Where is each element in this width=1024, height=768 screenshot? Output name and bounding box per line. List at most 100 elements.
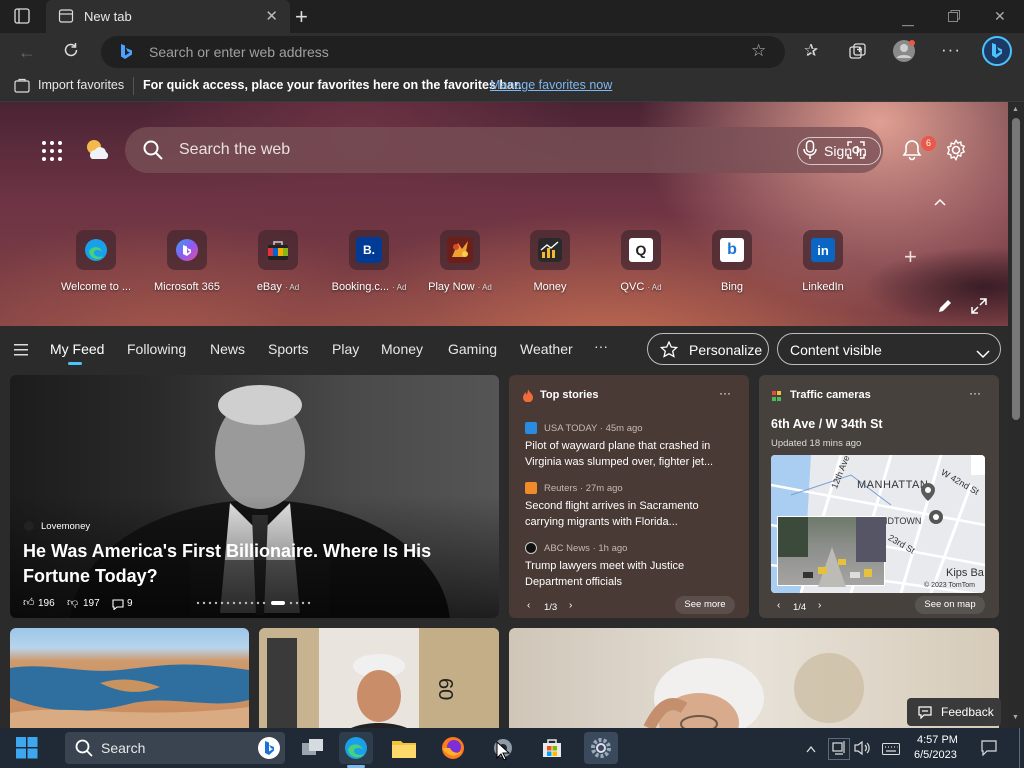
quick-link[interactable]: Q QVC · Ad: [596, 230, 686, 293]
see-more-button[interactable]: See more: [675, 596, 735, 614]
story-headline[interactable]: Trump lawyers meet with Justice Departme…: [525, 558, 735, 590]
tab-news[interactable]: News: [210, 341, 245, 357]
clock-date[interactable]: 6/5/2023: [914, 749, 957, 761]
top-stories-title: Top stories: [540, 389, 599, 401]
quick-link[interactable]: B. Booking.c... · Ad: [324, 230, 414, 293]
menu-icon[interactable]: [14, 343, 28, 361]
edge-taskbar-icon[interactable]: [339, 732, 373, 764]
collapse-chevron-up-icon[interactable]: [933, 194, 947, 212]
new-tab-plus-icon[interactable]: +: [295, 4, 308, 30]
more-tabs-icon[interactable]: ···: [594, 338, 608, 354]
collections-icon[interactable]: [849, 43, 867, 66]
scroll-down-icon[interactable]: ▼: [1012, 714, 1019, 721]
volume-icon[interactable]: [854, 740, 870, 761]
quick-link[interactable]: b Bing: [687, 230, 777, 293]
app-launcher-icon[interactable]: [41, 140, 63, 167]
tab-sports[interactable]: Sports: [268, 341, 308, 357]
taskbar-search-box[interactable]: Search: [65, 732, 285, 764]
quick-link[interactable]: Microsoft 365: [142, 230, 232, 293]
keyboard-icon[interactable]: [882, 742, 900, 760]
show-hidden-icons-icon[interactable]: [806, 740, 816, 758]
manage-favorites-link[interactable]: Manage favorites now: [490, 78, 612, 92]
close-tab-icon[interactable]: ✕: [265, 7, 278, 25]
story-source: USA TODAY · 45m ago: [544, 423, 643, 434]
import-favorites-icon[interactable]: [14, 78, 30, 97]
tab-actions-icon[interactable]: [14, 8, 30, 29]
microsoft-store-icon[interactable]: [535, 732, 569, 764]
traffic-light-icon: [772, 390, 782, 408]
feedback-button[interactable]: Feedback: [907, 698, 1001, 726]
quick-link[interactable]: in LinkedIn: [778, 230, 868, 293]
next-page-icon[interactable]: ›: [569, 600, 572, 611]
file-explorer-icon[interactable]: [387, 732, 421, 764]
bing-letter: b: [720, 238, 744, 262]
personalize-button[interactable]: Personalize: [647, 333, 769, 365]
story-card-lake[interactable]: [10, 628, 249, 738]
thumbs-down-icon[interactable]: 👎︎: [67, 596, 78, 609]
tab-new-tab[interactable]: New tab ✕: [46, 0, 290, 33]
tab-my-feed[interactable]: My Feed: [50, 341, 104, 357]
story-card-product[interactable]: 60: [259, 628, 499, 738]
microphone-icon[interactable]: [803, 140, 817, 165]
page-settings-icon[interactable]: [945, 139, 967, 166]
task-view-icon[interactable]: [296, 732, 330, 764]
favorites-divider: [133, 77, 134, 95]
restore-icon[interactable]: [948, 9, 960, 27]
quick-link[interactable]: Money: [505, 230, 595, 293]
see-on-map-button[interactable]: See on map: [915, 596, 985, 614]
settings-taskbar-icon[interactable]: [584, 732, 618, 764]
ad-label: · Ad: [477, 283, 492, 292]
quick-link[interactable]: eBay · Ad: [233, 230, 323, 293]
settings-more-icon[interactable]: ···: [941, 40, 961, 60]
address-placeholder: Search or enter web address: [149, 44, 329, 60]
minimize-icon[interactable]: [902, 14, 914, 32]
card-more-icon[interactable]: ···: [719, 386, 731, 400]
content-visible-dropdown[interactable]: Content visible: [777, 333, 1001, 365]
tab-play[interactable]: Play: [332, 341, 359, 357]
web-search-box[interactable]: Search the web Sign in: [125, 127, 883, 173]
tab-following[interactable]: Following: [127, 341, 186, 357]
traffic-map[interactable]: 12th Ave W 42nd St MANHATTAN IDTOWN 23rd…: [771, 455, 985, 593]
story-headline[interactable]: Second flight arrives in Sacramento carr…: [525, 498, 735, 530]
firefox-icon[interactable]: [436, 732, 470, 764]
visual-search-icon[interactable]: [847, 141, 865, 164]
address-bar[interactable]: Search or enter web address ☆: [101, 36, 785, 68]
tab-weather[interactable]: Weather: [520, 341, 573, 357]
prev-page-icon[interactable]: ‹: [777, 600, 780, 611]
show-desktop-divider[interactable]: [1019, 728, 1020, 768]
weather-icon[interactable]: [84, 137, 112, 168]
quick-link[interactable]: Play Now · Ad: [415, 230, 505, 293]
refresh-icon[interactable]: [62, 41, 80, 64]
profile-avatar-icon[interactable]: [892, 39, 916, 68]
notifications-bell-icon[interactable]: [901, 139, 923, 166]
tab-gaming[interactable]: Gaming: [448, 341, 497, 357]
back-icon[interactable]: ←: [18, 42, 36, 63]
card-more-icon[interactable]: ···: [969, 386, 981, 400]
start-windows-icon[interactable]: [16, 737, 38, 764]
hero-story-card[interactable]: Lovemoney He Was America's First Billion…: [10, 375, 499, 618]
close-window-icon[interactable]: ✕: [994, 8, 1006, 25]
scrollbar[interactable]: ▲ ▼: [1008, 102, 1024, 728]
story-headline[interactable]: Pilot of wayward plane that crashed in V…: [525, 438, 735, 470]
quick-link[interactable]: Welcome to ...: [51, 230, 141, 293]
thumbs-up-icon[interactable]: 👍︎: [23, 596, 35, 609]
scroll-up-icon[interactable]: ▲: [1012, 106, 1019, 113]
notification-center-icon[interactable]: [981, 740, 997, 761]
import-favorites-button[interactable]: Import favorites: [38, 78, 124, 92]
tab-money[interactable]: Money: [381, 341, 423, 357]
prev-page-icon[interactable]: ‹: [527, 600, 530, 611]
network-icon[interactable]: [828, 738, 850, 760]
expand-icon[interactable]: [971, 298, 987, 319]
next-page-icon[interactable]: ›: [818, 600, 821, 611]
favorites-icon[interactable]: ✰: [804, 41, 818, 61]
story-headline[interactable]: He Was America's First Billionaire. Wher…: [23, 539, 473, 589]
star-icon[interactable]: ☆: [751, 41, 766, 61]
add-quick-link-plus-icon[interactable]: +: [904, 244, 917, 270]
scrollbar-thumb[interactable]: [1012, 118, 1020, 420]
edit-background-icon[interactable]: [937, 298, 953, 319]
map-pin-icon: [921, 483, 935, 506]
clock-time[interactable]: 4:57 PM: [917, 734, 958, 746]
comment-icon[interactable]: [112, 597, 124, 615]
bing-chat-icon[interactable]: [982, 36, 1012, 71]
traffic-camera-image[interactable]: [777, 516, 886, 587]
